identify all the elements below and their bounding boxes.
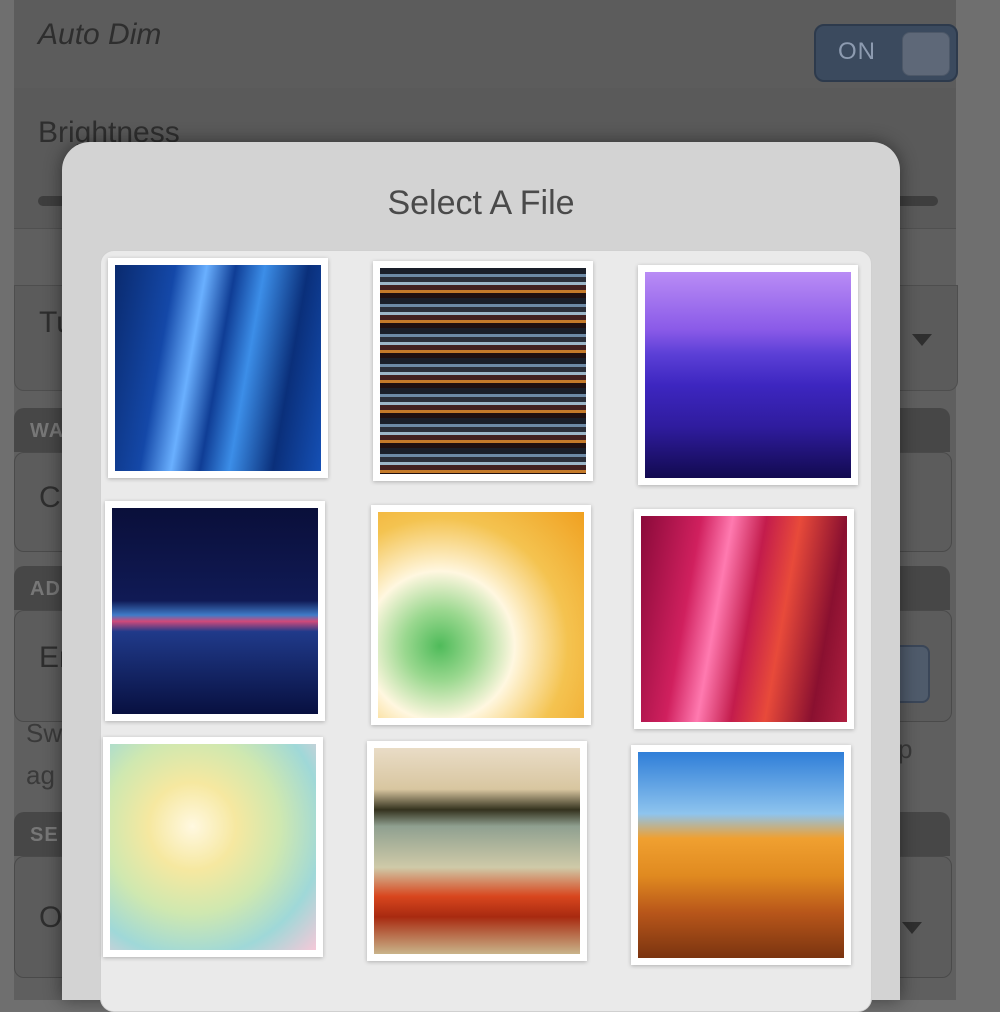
wallpaper-image (115, 265, 321, 471)
file-grid (100, 250, 872, 1012)
file-thumbnail-hot-spring[interactable] (367, 741, 587, 961)
dialog-title: Select A File (387, 184, 575, 222)
swipe-description-line2: ag (26, 760, 55, 790)
file-thumbnail-horizontal-stripes[interactable] (373, 261, 593, 481)
swipe-description-tail: p (898, 734, 913, 764)
security-header-label: SE (30, 824, 59, 846)
file-thumbnail-night-skyline[interactable] (105, 501, 325, 721)
wallpaper-image (380, 268, 586, 474)
file-thumbnail-purple-pier[interactable] (638, 265, 858, 485)
wallpaper-header-label: WA (30, 420, 65, 442)
wallpaper-image (374, 748, 580, 954)
wallpaper-image (641, 516, 847, 722)
select-file-dialog: Select A File (62, 142, 900, 1012)
toggle-on-label: ON (838, 38, 876, 65)
chevron-down-icon[interactable] (902, 922, 922, 934)
auto-dim-row: Auto Dim ON (14, 0, 958, 89)
auto-dim-toggle[interactable]: ON (814, 24, 958, 82)
wallpaper-image (110, 744, 316, 950)
wallpaper-image (112, 508, 318, 714)
toggle-knob[interactable] (902, 32, 950, 76)
wallpaper-image (378, 512, 584, 718)
wallpaper-image (645, 272, 851, 478)
swipe-description: Sw (26, 718, 63, 748)
chevron-down-icon[interactable] (912, 334, 932, 346)
file-thumbnail-blossom-bokeh[interactable] (103, 737, 323, 957)
auto-dim-label: Auto Dim (38, 18, 162, 51)
file-thumbnail-dandelion-flower[interactable] (371, 505, 591, 725)
file-thumbnail-pink-streaks[interactable] (634, 509, 854, 729)
file-thumbnail-blue-streaks[interactable] (108, 258, 328, 478)
wallpaper-image (638, 752, 844, 958)
file-thumbnail-desert-dunes[interactable] (631, 745, 851, 965)
advanced-header-label: AD (30, 578, 61, 600)
